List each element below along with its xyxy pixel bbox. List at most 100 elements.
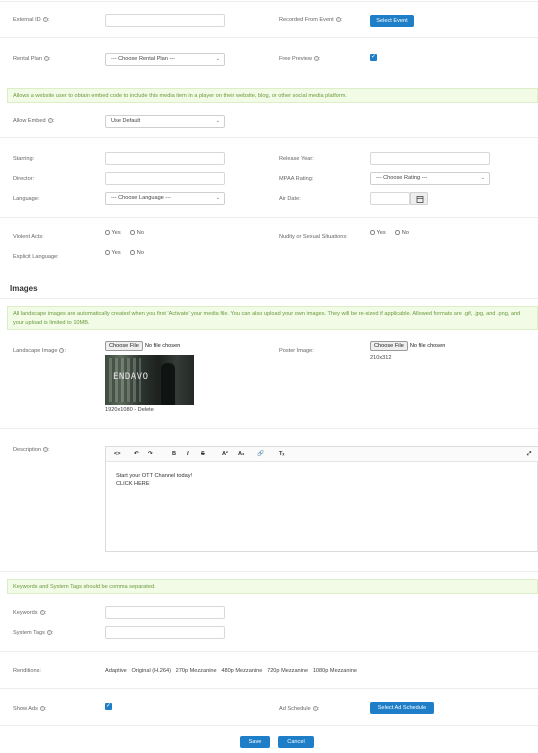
allow-embed-select[interactable]: Use Default ⌄ (105, 115, 225, 128)
mpaa-rating-select[interactable]: --- Choose Rating --- ⌄ (370, 172, 490, 185)
starring-input[interactable] (105, 152, 225, 165)
language-select[interactable]: --- Choose Language --- ⌄ (105, 192, 225, 205)
language-label: Language: (13, 196, 40, 202)
cancel-button[interactable]: Cancel (278, 736, 314, 748)
rendition-item[interactable]: Adaptive (105, 668, 127, 674)
code-view-icon[interactable]: <> (114, 451, 121, 457)
director-label: Director: (13, 176, 35, 182)
explicit-language-label: Explicit Language: (13, 254, 59, 260)
radio-icon (130, 250, 135, 255)
nudity-no-radio[interactable]: No (395, 230, 409, 236)
radio-icon (395, 230, 400, 235)
section-divider (0, 137, 538, 138)
chevron-down-icon: ⌄ (215, 118, 220, 124)
save-button[interactable]: Save (240, 736, 270, 748)
fullscreen-icon[interactable]: ⤢ (527, 451, 531, 458)
explicit-language-radios: Yes No (105, 250, 152, 256)
select-event-button[interactable]: Select Event (370, 15, 414, 27)
description-editor[interactable]: <> ↶ ↷ B I S A² A₂ 🔗 Tₓ ⤢ Start your OTT… (105, 446, 538, 552)
help-icon: ? (39, 610, 45, 616)
rendition-item[interactable]: 480p Mezzanine (221, 668, 262, 674)
keywords-input[interactable] (105, 606, 225, 619)
keywords-label: Keywords?: (13, 610, 47, 616)
top-divider (0, 1, 538, 2)
section-divider (0, 428, 538, 429)
calendar-icon[interactable] (410, 192, 428, 205)
radio-icon (130, 230, 135, 235)
rendition-item[interactable]: Original (H.264) (131, 668, 170, 674)
external-id-input[interactable] (105, 14, 225, 27)
redo-icon[interactable]: ↷ (148, 451, 153, 457)
help-icon: ? (335, 17, 341, 23)
help-icon: ? (313, 56, 319, 62)
editor-line-2: CLICK HERE (116, 481, 150, 487)
mpaa-rating-label: MPAA Rating: (279, 176, 314, 182)
renditions-list: Adaptive Original (H.264) 270p Mezzanine… (105, 668, 357, 674)
choose-file-button[interactable]: Choose File (370, 341, 408, 351)
images-heading: Images (10, 284, 38, 293)
subscript-icon[interactable]: A₂ (238, 451, 245, 457)
release-year-label: Release Year: (279, 156, 314, 162)
violent-no-radio[interactable]: No (130, 230, 144, 236)
air-date-input[interactable] (370, 192, 410, 205)
section-divider (0, 688, 538, 689)
italic-icon[interactable]: I (187, 451, 189, 457)
rendition-item[interactable]: 270p Mezzanine (176, 668, 217, 674)
delete-link[interactable]: Delete (138, 407, 154, 413)
editor-toolbar: <> ↶ ↷ B I S A² A₂ 🔗 Tₓ ⤢ (106, 447, 538, 462)
embed-notice: Allows a website user to obtain embed co… (7, 88, 538, 103)
strikethrough-icon[interactable]: S (201, 451, 205, 457)
nudity-label: Nudity or Sexual Situations: (279, 234, 348, 240)
section-divider (0, 217, 538, 218)
landscape-meta: 1920x1080 - Delete (105, 407, 154, 413)
rendition-item[interactable]: 1080p Mezzanine (313, 668, 357, 674)
violent-acts-label: Violent Acts: (13, 234, 44, 240)
poster-image-label: Poster Image: (279, 348, 314, 354)
explicit-no-radio[interactable]: No (130, 250, 144, 256)
nudity-yes-radio[interactable]: Yes (370, 230, 386, 236)
release-year-input[interactable] (370, 152, 490, 165)
rental-plan-select[interactable]: --- Choose Rental Plan --- ⌄ (105, 53, 225, 66)
help-icon: ? (46, 630, 52, 636)
undo-icon[interactable]: ↶ (134, 451, 139, 457)
radio-icon (370, 230, 375, 235)
ad-schedule-label: Ad Schedule?: (279, 706, 320, 712)
show-ads-label: Show Ads?: (13, 706, 47, 712)
help-icon: ? (42, 17, 48, 23)
violent-yes-radio[interactable]: Yes (105, 230, 121, 236)
chevron-down-icon: ⌄ (480, 175, 485, 181)
radio-icon (105, 250, 110, 255)
images-notice: All landscape images are automatically c… (7, 306, 538, 330)
help-icon: ? (39, 706, 45, 712)
section-divider (0, 651, 538, 652)
chevron-down-icon: ⌄ (215, 56, 220, 62)
superscript-icon[interactable]: A² (222, 451, 228, 457)
rendition-item[interactable]: 720p Mezzanine (267, 668, 308, 674)
show-ads-checkbox[interactable]: ✓ (105, 703, 112, 710)
air-date-label: Air Date: (279, 196, 301, 202)
explicit-yes-radio[interactable]: Yes (105, 250, 121, 256)
system-tags-input[interactable] (105, 626, 225, 639)
thumb-figure (161, 363, 175, 405)
free-preview-label: Free Preview?: (279, 56, 321, 62)
recorded-from-event-label: Recorded From Event?: (279, 17, 343, 23)
allow-embed-label: Allow Embed?: (13, 118, 55, 124)
keywords-notice: Keywords and System Tags should be comma… (7, 579, 538, 594)
choose-file-button[interactable]: Choose File (105, 341, 143, 351)
link-icon[interactable]: 🔗 (257, 451, 264, 457)
director-input[interactable] (105, 172, 225, 185)
free-preview-checkbox[interactable]: ✓ (370, 54, 377, 61)
landscape-thumbnail: ENDAVO (105, 355, 194, 405)
bold-icon[interactable]: B (172, 451, 176, 457)
clear-format-icon[interactable]: Tₓ (279, 451, 284, 457)
help-icon: ? (43, 56, 49, 62)
nudity-radios: Yes No (370, 230, 417, 236)
landscape-file-picker[interactable]: Choose File No file chosen (105, 341, 180, 351)
select-ad-schedule-button[interactable]: Select Ad Schedule (370, 702, 434, 714)
section-divider (0, 725, 538, 726)
description-label: Description?: (13, 447, 50, 453)
section-divider (0, 37, 538, 38)
poster-file-picker[interactable]: Choose File No file chosen (370, 341, 445, 351)
file-status: No file chosen (144, 343, 181, 349)
system-tags-label: System Tags?: (13, 630, 54, 636)
